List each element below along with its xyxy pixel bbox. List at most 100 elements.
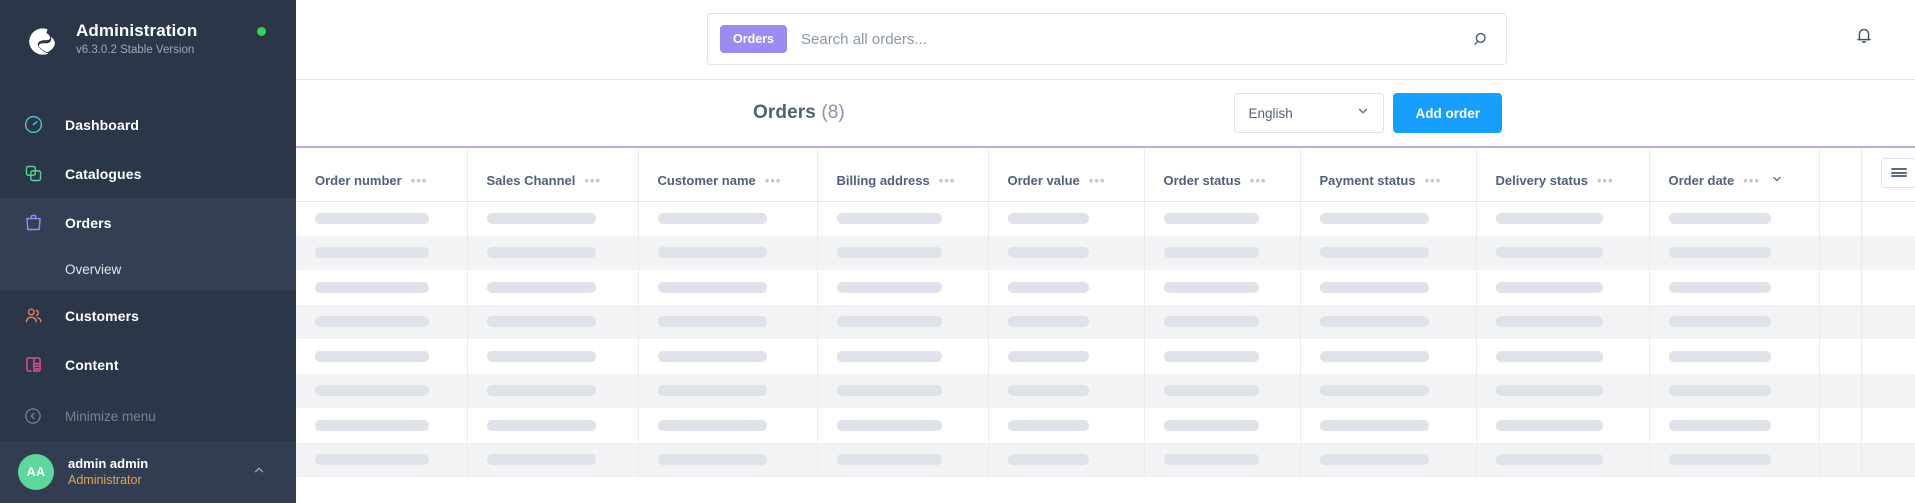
column-header-payment-status[interactable]: Payment status ••• xyxy=(1300,146,1477,202)
table-cell xyxy=(467,373,639,408)
table-cell-actions xyxy=(1819,373,1862,408)
table-cell xyxy=(1300,235,1477,270)
hamburger-icon[interactable] xyxy=(1880,157,1915,188)
speedometer-icon xyxy=(18,114,48,135)
table-row[interactable] xyxy=(296,304,1915,340)
skeleton-placeholder xyxy=(1495,419,1603,431)
column-header-sales-channel[interactable]: Sales Channel ••• xyxy=(467,146,639,202)
skeleton-placeholder xyxy=(315,213,429,224)
skeleton-placeholder xyxy=(836,316,943,328)
column-header-order-status[interactable]: Order status ••• xyxy=(1144,146,1301,202)
column-header-order-date[interactable]: Order date ••• xyxy=(1649,146,1820,202)
skeleton-placeholder xyxy=(486,350,597,362)
sidebar-item-dashboard[interactable]: Dashboard xyxy=(0,100,296,149)
sidebar-item-label: Customers xyxy=(65,307,140,324)
table-cell xyxy=(1300,201,1477,236)
table-row[interactable] xyxy=(296,201,1915,236)
chevron-down-icon[interactable] xyxy=(1771,173,1783,188)
sidebar-item-content[interactable]: Content xyxy=(0,340,296,389)
search-bar[interactable]: Orders xyxy=(707,13,1507,65)
skeleton-placeholder xyxy=(1668,454,1771,466)
table-cell xyxy=(1300,270,1477,305)
table-cell xyxy=(988,304,1145,339)
table-cell-menu xyxy=(1861,236,1915,271)
skeleton-placeholder xyxy=(1007,350,1090,362)
search-icon[interactable] xyxy=(1468,30,1494,49)
add-order-button[interactable]: Add order xyxy=(1393,93,1502,133)
ellipsis-icon[interactable]: ••• xyxy=(584,174,601,187)
skeleton-placeholder xyxy=(1163,281,1260,293)
table-cell xyxy=(296,235,468,270)
chevron-up-icon[interactable] xyxy=(252,463,266,482)
sidebar-item-customers[interactable]: Customers xyxy=(0,291,296,340)
column-header-delivery-status[interactable]: Delivery status ••• xyxy=(1476,146,1650,202)
skeleton-placeholder xyxy=(1495,454,1603,466)
skeleton-placeholder xyxy=(1668,281,1771,293)
table-cell xyxy=(638,408,818,443)
ellipsis-icon[interactable]: ••• xyxy=(765,174,782,187)
sidebar-item-orders[interactable]: Orders xyxy=(0,198,296,247)
table-cell xyxy=(296,442,468,477)
bell-icon[interactable] xyxy=(1853,24,1875,51)
skeleton-placeholder xyxy=(1668,247,1771,259)
table-cell xyxy=(988,408,1145,443)
ellipsis-icon[interactable]: ••• xyxy=(1089,174,1106,187)
table-cell xyxy=(467,442,639,477)
table-row[interactable] xyxy=(296,373,1915,409)
skeleton-placeholder xyxy=(1007,213,1090,224)
ellipsis-icon[interactable]: ••• xyxy=(939,174,956,187)
ellipsis-icon[interactable]: ••• xyxy=(1743,174,1760,187)
skeleton-placeholder xyxy=(1163,247,1260,259)
shopware-logo-icon xyxy=(20,19,62,61)
table-cell-menu xyxy=(1861,305,1915,340)
skeleton-placeholder xyxy=(836,385,943,397)
column-header-order-number[interactable]: Order number ••• xyxy=(296,146,468,202)
skeleton-placeholder xyxy=(486,385,597,397)
chevron-left-circle-icon xyxy=(18,406,48,426)
table-cell xyxy=(1476,442,1650,477)
sidebar-item-catalogues[interactable]: Catalogues xyxy=(0,149,296,198)
table-cell-menu xyxy=(1861,270,1915,305)
table-cell xyxy=(1649,304,1820,339)
column-header-order-value[interactable]: Order value ••• xyxy=(988,146,1145,202)
skeleton-placeholder xyxy=(836,281,943,293)
sidebar-item-label: Catalogues xyxy=(65,165,142,182)
column-header-label: Billing address xyxy=(836,172,930,188)
page-header: Orders (8) English Add order xyxy=(296,80,1915,146)
table-cell xyxy=(988,442,1145,477)
table-row[interactable] xyxy=(296,442,1915,477)
table-cell xyxy=(296,339,468,374)
table-row[interactable] xyxy=(296,235,1915,271)
ellipsis-icon[interactable]: ••• xyxy=(411,174,428,187)
sidebar-user-profile[interactable]: AA admin admin Administrator xyxy=(0,441,296,503)
skeleton-placeholder xyxy=(315,419,429,431)
search-scope-badge[interactable]: Orders xyxy=(720,25,787,53)
minimize-menu-button[interactable]: Minimize menu xyxy=(0,391,296,441)
search-input[interactable] xyxy=(801,30,1468,48)
skeleton-placeholder xyxy=(1668,350,1771,362)
column-header-settings xyxy=(1861,146,1915,202)
skeleton-placeholder xyxy=(1668,316,1771,328)
table-row[interactable] xyxy=(296,270,1915,305)
sidebar-item-label: Content xyxy=(65,356,119,373)
table-row[interactable] xyxy=(296,339,1915,374)
ellipsis-icon[interactable]: ••• xyxy=(1597,174,1614,187)
skeleton-placeholder xyxy=(486,316,597,328)
skeleton-placeholder xyxy=(1495,247,1603,259)
sidebar-subitem-overview[interactable]: Overview xyxy=(0,247,296,291)
table-row[interactable] xyxy=(296,408,1915,443)
skeleton-placeholder xyxy=(315,247,429,259)
sidebar-brand[interactable]: Administration v6.3.0.2 Stable Version xyxy=(0,0,296,80)
ellipsis-icon[interactable]: ••• xyxy=(1250,174,1267,187)
language-select[interactable]: English xyxy=(1234,93,1385,133)
column-header-billing-address[interactable]: Billing address ••• xyxy=(817,146,989,202)
table-cell-actions xyxy=(1819,201,1862,236)
column-header-customer-name[interactable]: Customer name ••• xyxy=(638,146,818,202)
brand-version: v6.3.0.2 Stable Version xyxy=(76,44,195,57)
ellipsis-icon[interactable]: ••• xyxy=(1425,174,1442,187)
column-header-label: Order number xyxy=(315,172,402,188)
table-cell-menu xyxy=(1861,374,1915,409)
table-cell xyxy=(467,408,639,443)
skeleton-placeholder xyxy=(1007,454,1090,466)
table-cell-actions xyxy=(1819,304,1862,339)
